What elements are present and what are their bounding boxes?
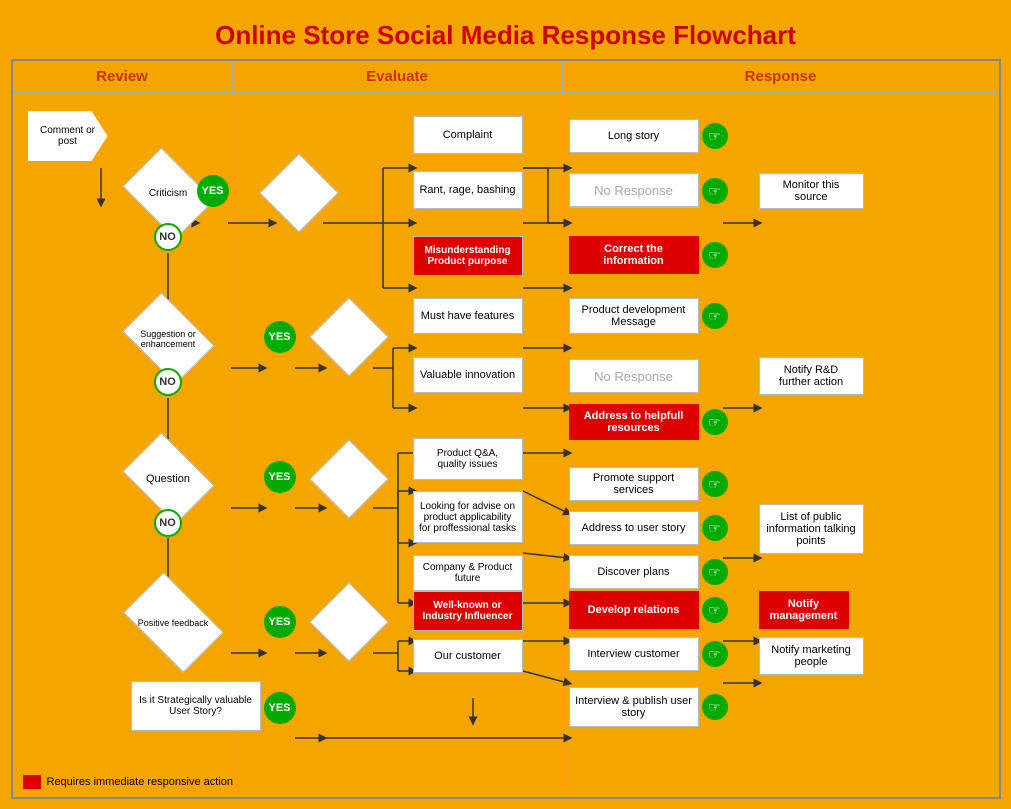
- col-header-response: Response: [563, 61, 999, 92]
- product-dev-response: Product development Message ☞: [569, 298, 728, 334]
- valuable-node: Valuable innovation: [413, 357, 523, 393]
- evaluate-diamond-3: [321, 451, 377, 507]
- correct-info-box: Correct the information: [569, 236, 699, 274]
- no-response-2-label: No Response: [569, 359, 699, 393]
- yes-circle-strategic: YES: [264, 692, 296, 724]
- criticism-diamond: Criticism: [131, 166, 206, 221]
- complaint-node: Complaint: [413, 116, 523, 154]
- no-response-2-item: No Response: [569, 359, 699, 393]
- develop-response: Develop relations ☞: [569, 591, 728, 629]
- address-user-box: Address to user story: [569, 511, 699, 545]
- interview-customer-box: Interview customer: [569, 637, 699, 671]
- interview-customer-cursor[interactable]: ☞: [702, 641, 728, 667]
- flowchart-body: Review Evaluate Response: [11, 59, 1001, 799]
- main-container: Online Store Social Media Response Flowc…: [0, 0, 1011, 809]
- long-story-cursor[interactable]: ☞: [702, 123, 728, 149]
- column-headers: Review Evaluate Response: [13, 61, 999, 93]
- notify-rd-box: Notify R&D further action: [759, 357, 864, 395]
- address-user-cursor[interactable]: ☞: [702, 515, 728, 541]
- long-story-response: Long story ☞: [569, 119, 728, 153]
- suggestion-diamond: Suggestion or enhancement: [131, 311, 206, 366]
- no-response-1-label: No Response: [569, 173, 699, 207]
- legend-text: Requires immediate responsive action: [47, 776, 233, 788]
- comment-post-node: Comment or post: [28, 111, 108, 161]
- notify-mgmt-item: Notify management: [759, 591, 849, 629]
- product-dev-cursor[interactable]: ☞: [702, 303, 728, 329]
- evaluate-diamond-1: [271, 165, 327, 221]
- discover-response: Discover plans ☞: [569, 555, 728, 589]
- monitor-source-box: Monitor this source: [759, 173, 864, 209]
- address-helpful-response: Address to helpfull resources ☞: [569, 404, 728, 440]
- yes-circle-suggestion: YES: [264, 321, 296, 353]
- address-helpful-cursor[interactable]: ☞: [702, 409, 728, 435]
- notify-mgmt-box: Notify management: [759, 591, 849, 629]
- question-diamond: Question: [131, 451, 206, 506]
- promote-support-response: Promote support services ☞: [569, 467, 728, 501]
- discover-box: Discover plans: [569, 555, 699, 589]
- address-helpful-box: Address to helpfull resources: [569, 404, 699, 440]
- promote-support-box: Promote support services: [569, 467, 699, 501]
- list-public-box: List of public information talking point…: [759, 504, 864, 554]
- address-user-response: Address to user story ☞: [569, 511, 728, 545]
- correct-info-cursor[interactable]: ☞: [702, 242, 728, 268]
- long-story-box: Long story: [569, 119, 699, 153]
- positive-diamond: Positive feedback: [131, 594, 216, 651]
- develop-box: Develop relations: [569, 591, 699, 629]
- yes-circle-positive: YES: [264, 606, 296, 638]
- page-title: Online Store Social Media Response Flowc…: [10, 10, 1001, 59]
- yes-circle-question: YES: [264, 461, 296, 493]
- no-circle-criticism: NO: [154, 223, 182, 251]
- promote-support-cursor[interactable]: ☞: [702, 471, 728, 497]
- divider-2: [563, 93, 564, 797]
- discover-cursor[interactable]: ☞: [702, 559, 728, 585]
- evaluate-diamond-4: [321, 594, 377, 650]
- develop-cursor[interactable]: ☞: [702, 597, 728, 623]
- rant-node: Rant, rage, bashing: [413, 171, 523, 209]
- col-header-review: Review: [13, 61, 233, 92]
- interview-publish-response: Interview & publish user story ☞: [569, 687, 728, 727]
- product-dev-box: Product development Message: [569, 298, 699, 334]
- well-known-node: Well-known or Industry Influencer: [413, 591, 523, 631]
- product-qa-node: Product Q&A, quality issues: [413, 438, 523, 480]
- no-circle-question: NO: [154, 509, 182, 537]
- company-node: Company & Product future: [413, 555, 523, 591]
- misunderstanding-node: Misunderstanding Product purpose: [413, 236, 523, 276]
- no-response-1-item: No Response: [569, 173, 699, 207]
- evaluate-diamond-2: [321, 309, 377, 365]
- interview-customer-response: Interview customer ☞: [569, 637, 728, 671]
- interview-publish-cursor[interactable]: ☞: [702, 694, 728, 720]
- interview-publish-box: Interview & publish user story: [569, 687, 699, 727]
- notify-marketing-box: Notify marketing people: [759, 637, 864, 675]
- looking-node: Looking for advise on product applicabil…: [413, 491, 523, 543]
- our-customer-node: Our customer: [413, 639, 523, 673]
- strategic-diamond: Is it Strategically valuable User Story?: [131, 681, 261, 731]
- must-have-node: Must have features: [413, 298, 523, 334]
- correct-info-response: Correct the information ☞: [569, 236, 728, 274]
- col-header-evaluate: Evaluate: [233, 61, 563, 92]
- no-circle-suggestion: NO: [154, 368, 182, 396]
